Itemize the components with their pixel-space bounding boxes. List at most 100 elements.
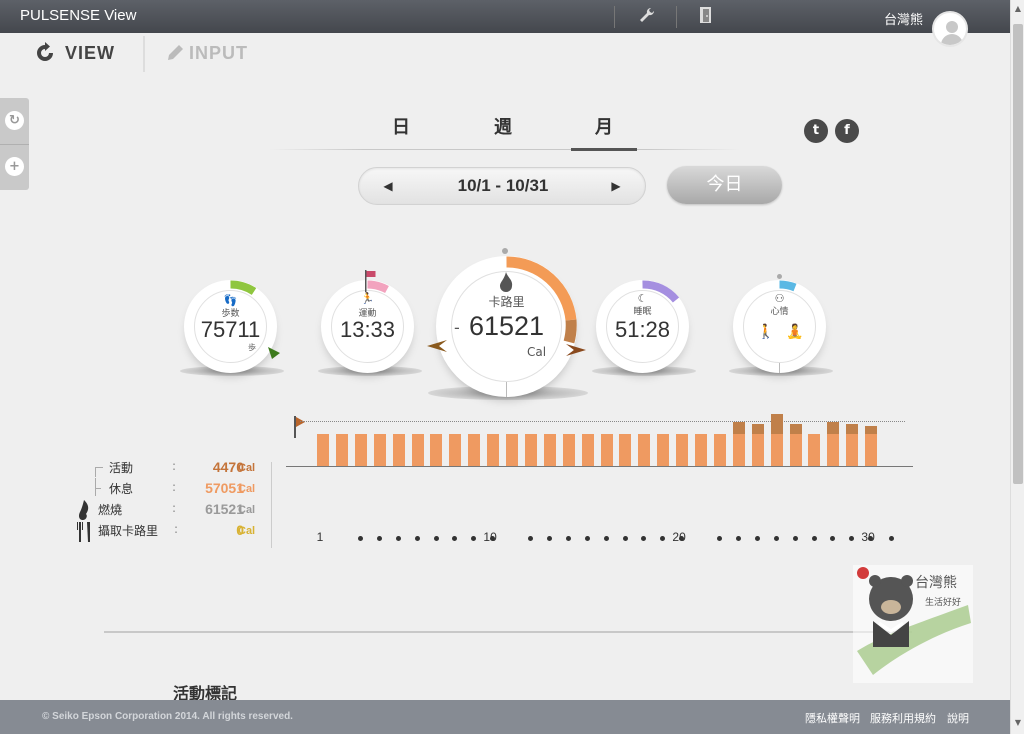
legend-unit: Cal <box>238 483 256 495</box>
chart-bar[interactable] <box>676 434 689 466</box>
chart-bar[interactable] <box>562 434 575 466</box>
footer: © Seiko Epson Corporation 2014. All righ… <box>0 700 1010 734</box>
chart-bar[interactable] <box>543 434 556 466</box>
chart-bar[interactable] <box>335 434 348 466</box>
mood-gauge[interactable]: ⚇ 心情 🚶 🧘 <box>733 274 826 373</box>
chart-bar[interactable] <box>789 424 802 466</box>
chart-day-dot <box>641 536 647 541</box>
user-name[interactable]: 台灣熊 <box>884 9 923 28</box>
chart-bar-active-segment <box>732 422 745 434</box>
chart-bar[interactable] <box>619 434 632 466</box>
legend-row-intake: 攝取卡路里 : 0 Cal <box>76 522 276 542</box>
chart-bar[interactable] <box>392 434 405 466</box>
chart-day-label: 1 <box>316 530 324 544</box>
chart-bar[interactable] <box>317 434 329 466</box>
chart-day-dot <box>546 536 552 541</box>
today-button[interactable]: 今日 <box>667 166 782 204</box>
chart-bar[interactable] <box>468 434 481 466</box>
legend-colon: : <box>172 501 177 515</box>
help-link[interactable]: 說明 <box>947 710 969 726</box>
calories-label: 卡路里 <box>488 295 525 309</box>
chart-bar[interactable] <box>600 434 613 466</box>
calories-gauge[interactable]: 卡路里 - 61521 Cal <box>427 248 586 397</box>
chart-bar-rest-segment <box>411 434 424 466</box>
chart-bar-rest-segment <box>657 434 670 466</box>
next-month-button[interactable]: ▶ <box>607 177 625 195</box>
plus-icon[interactable]: + <box>5 157 24 176</box>
chart-bar[interactable] <box>638 434 651 466</box>
svg-text:台灣熊: 台灣熊 <box>915 575 957 591</box>
chart-bar-rest-segment <box>562 434 575 466</box>
avatar-head <box>946 21 958 33</box>
calorie-legend: 活動 : 4470 Cal 休息 : 57051 Cal 燃燒 : 61521 … <box>76 457 276 549</box>
chart-day-dot <box>433 536 439 541</box>
chart-bar[interactable] <box>373 434 386 466</box>
tab-month[interactable]: 月 <box>574 113 634 139</box>
chart-bar-active-segment <box>789 424 802 434</box>
steps-gauge[interactable]: 👣 歩数 75711 歩 <box>184 280 280 373</box>
chart-bar[interactable] <box>487 434 500 466</box>
chart-bar-rest-segment <box>524 434 537 466</box>
prev-month-button[interactable]: ◀ <box>379 177 397 195</box>
standing-figure-icon: 🚶 <box>757 324 775 340</box>
svg-text:生活好好: 生活好好 <box>925 596 961 608</box>
chart-bar[interactable] <box>770 414 783 466</box>
refresh-icon[interactable]: ↻ <box>5 111 24 130</box>
wrench-icon[interactable] <box>636 6 658 28</box>
chart-bar[interactable] <box>732 422 745 466</box>
chart-bar[interactable] <box>846 424 859 466</box>
chart-bar[interactable] <box>581 434 594 466</box>
chart-bar-rest-segment <box>487 434 500 466</box>
chart-bar[interactable] <box>808 434 821 466</box>
twitter-icon[interactable]: t <box>804 119 828 143</box>
mood-top-dot <box>777 274 782 279</box>
chart-bar[interactable] <box>657 434 670 466</box>
scroll-thumb[interactable] <box>1013 24 1023 484</box>
app-title: PULSENSE View <box>20 7 137 24</box>
chart-bar[interactable] <box>354 434 367 466</box>
chart-bar[interactable] <box>449 434 462 466</box>
chart-day-label: 10 <box>483 530 497 544</box>
chart-bar-rest-segment <box>600 434 613 466</box>
tab-input[interactable]: INPUT <box>165 40 248 66</box>
chart-bar[interactable] <box>865 426 878 466</box>
facebook-icon[interactable]: f <box>835 119 859 143</box>
steps-value: 75711 <box>200 317 261 342</box>
copyright-text: © Seiko Epson Corporation 2014. All righ… <box>42 711 293 722</box>
terms-link[interactable]: 服務利用規約 <box>870 710 936 726</box>
chart-bar[interactable] <box>695 434 707 466</box>
tab-day[interactable]: 日 <box>371 113 431 139</box>
scrollbar[interactable]: ▲ ▼ <box>1010 0 1024 734</box>
tab-view[interactable]: VIEW <box>34 40 115 66</box>
chart-day-dot <box>773 536 779 541</box>
privacy-link[interactable]: 隱私權聲明 <box>805 710 860 726</box>
chart-bar[interactable] <box>411 434 424 466</box>
chart-bar-rest-segment <box>543 434 556 466</box>
exercise-gauge[interactable]: 🏃 運動 13:33 <box>321 270 414 373</box>
chart-bar[interactable] <box>751 424 764 466</box>
tab-week[interactable]: 週 <box>473 113 533 139</box>
chart-bar-active-segment <box>846 424 859 434</box>
legend-row-rest: 休息 : 57051 Cal <box>76 480 276 500</box>
chart-bar-active-segment <box>865 426 878 434</box>
chart-bar[interactable] <box>430 434 443 466</box>
chart-day-label: 30 <box>861 530 875 544</box>
chart-bar[interactable] <box>506 434 518 466</box>
chart-bar-rest-segment <box>354 434 367 466</box>
chart-bar[interactable] <box>524 434 537 466</box>
chart-bar-active-segment <box>827 422 840 434</box>
avatar[interactable] <box>932 11 968 47</box>
sleep-gauge[interactable]: ☾ 睡眠 51:28 <box>596 280 689 373</box>
chart-bar-rest-segment <box>430 434 443 466</box>
scroll-up-icon[interactable]: ▲ <box>1011 2 1024 16</box>
chart-bar-rest-segment <box>335 434 348 466</box>
chart-bar[interactable] <box>713 434 726 466</box>
meditation-icon: 🧘 <box>786 324 804 340</box>
chart-day-dot <box>754 536 760 541</box>
chart-bar-rest-segment <box>695 434 707 466</box>
calories-top-dot <box>502 248 508 254</box>
scroll-down-icon[interactable]: ▼ <box>1011 716 1024 730</box>
chart-bar-rest-segment <box>770 434 783 466</box>
chart-bar[interactable] <box>827 422 840 466</box>
door-icon[interactable] <box>695 6 717 28</box>
